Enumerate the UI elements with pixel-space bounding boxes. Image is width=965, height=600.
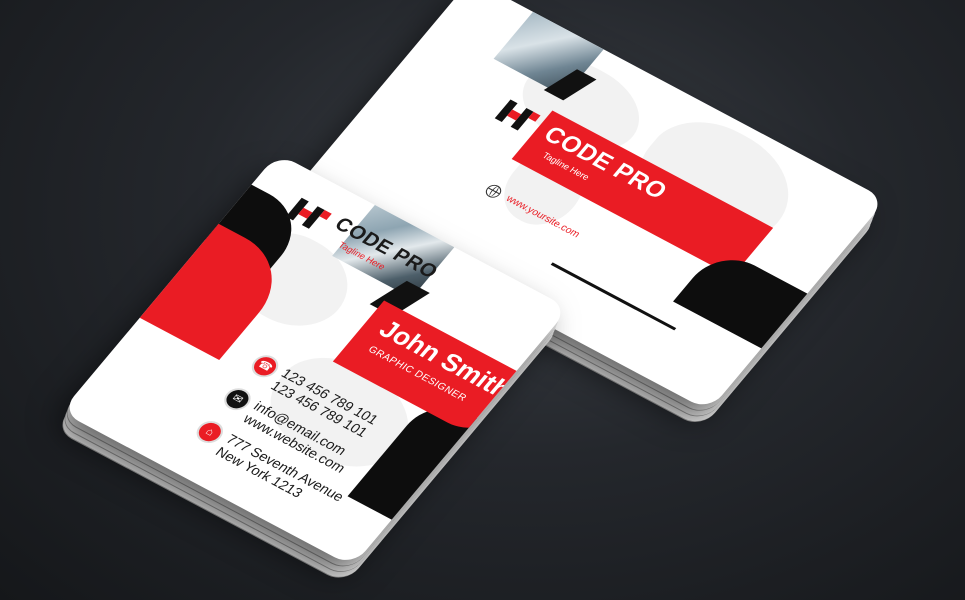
divider-line: [550, 262, 677, 331]
business-card-mockup: CODE PRO Tagline Here www.yoursite.com C…: [0, 0, 965, 600]
globe-icon: [482, 182, 505, 201]
